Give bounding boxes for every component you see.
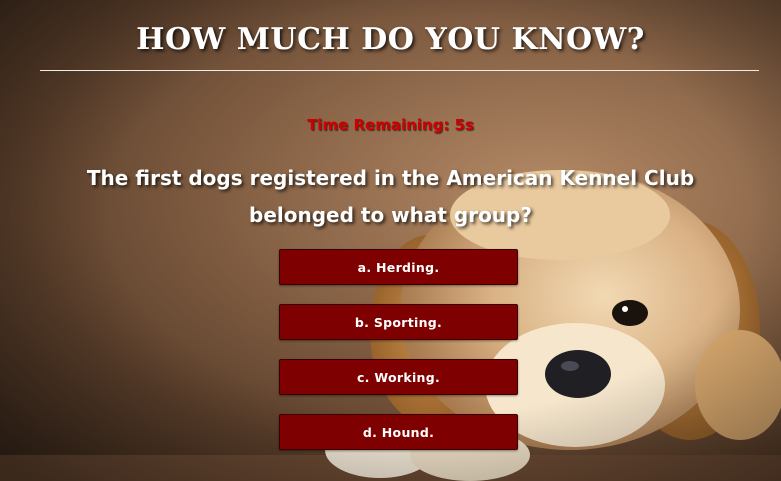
answer-list: a. Herding. b. Sporting. c. Working. d. … [279, 249, 518, 469]
question-text: The first dogs registered in the America… [86, 166, 695, 227]
answer-button-a[interactable]: a. Herding. [279, 249, 518, 285]
answer-button-b[interactable]: b. Sporting. [279, 304, 518, 340]
header-divider [40, 70, 759, 71]
page-header: HOW MUCH DO YOU KNOW? [0, 0, 781, 72]
answer-button-d[interactable]: d. Hound. [279, 414, 518, 450]
answer-button-c[interactable]: c. Working. [279, 359, 518, 395]
page-title: HOW MUCH DO YOU KNOW? [136, 22, 645, 57]
time-remaining: Time Remaining: 5s [307, 116, 474, 134]
